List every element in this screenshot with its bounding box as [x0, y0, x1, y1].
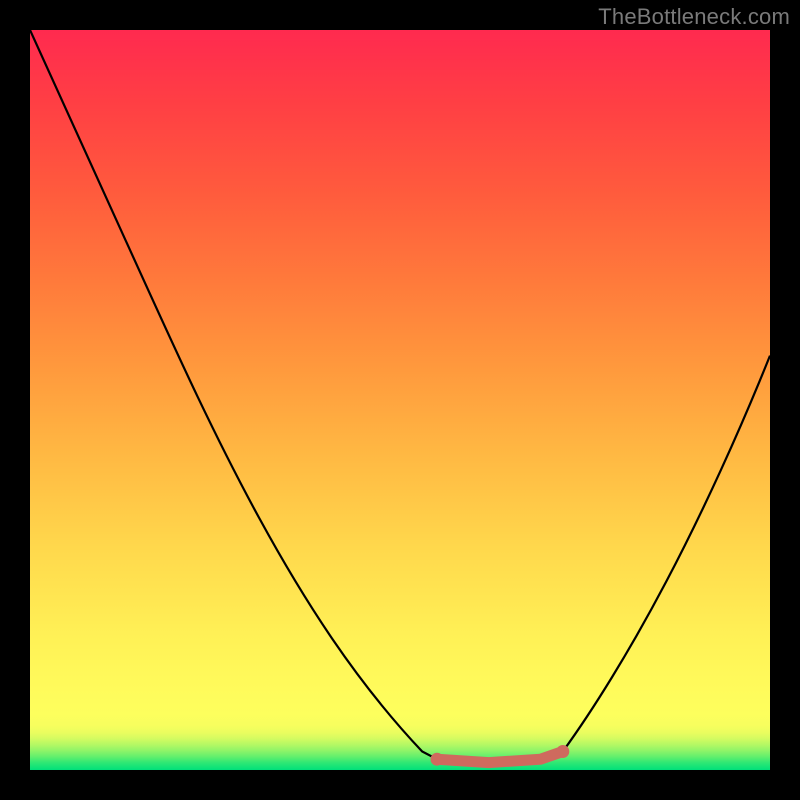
- optimal-range-end-dot: [556, 745, 569, 758]
- chart-plot-area: [30, 30, 770, 770]
- chart-background: [30, 30, 770, 770]
- watermark-text: TheBottleneck.com: [598, 4, 790, 30]
- chart-svg: [30, 30, 770, 770]
- optimal-range-start-dot: [431, 753, 444, 766]
